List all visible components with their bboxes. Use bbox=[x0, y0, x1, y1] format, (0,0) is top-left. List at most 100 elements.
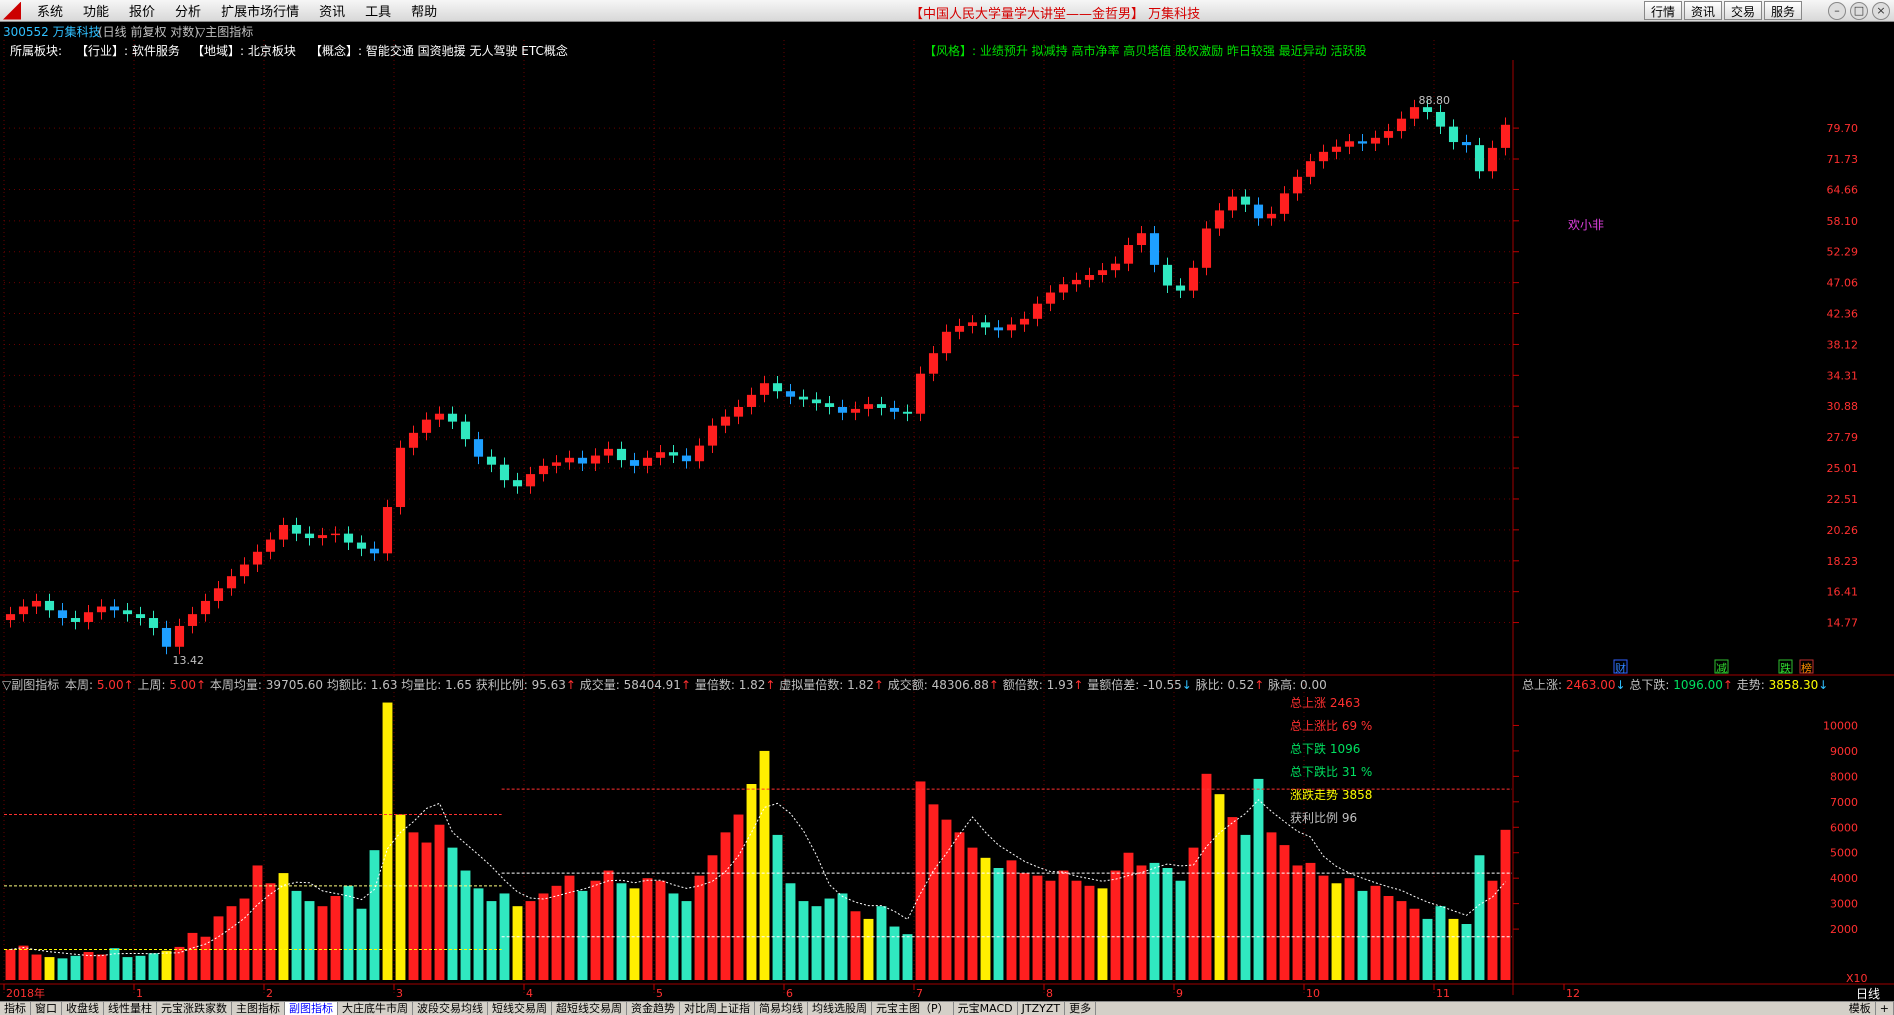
tab-sub-indicator[interactable]: 副图指标 bbox=[285, 1002, 338, 1015]
service-button[interactable]: 服务 bbox=[1763, 1, 1802, 20]
menu-help[interactable]: 帮助 bbox=[401, 1, 447, 20]
event-mark-rank-label: 榜 bbox=[1801, 661, 1812, 675]
volume-bar-27 bbox=[356, 908, 367, 980]
volume-bar-79 bbox=[1032, 875, 1043, 980]
chart-annotation: 欢小非 bbox=[1568, 217, 1604, 232]
minimize-icon[interactable]: – bbox=[1828, 2, 1846, 20]
tab-yuanbao-advance-decline[interactable]: 元宝涨跌家数 bbox=[157, 1002, 232, 1015]
sub-indicator-title[interactable]: ▽副图指标 bbox=[2, 677, 59, 692]
menu-quote[interactable]: 报价 bbox=[119, 1, 165, 20]
top-right-buttons: 行情 资讯 交易 服务 bbox=[1643, 1, 1802, 20]
volume-bar-19 bbox=[252, 865, 263, 980]
tab-short-term[interactable]: 短线交易周 bbox=[488, 1002, 552, 1015]
volume-bar-63 bbox=[824, 898, 835, 980]
chart-area[interactable]: 300552 万集科技 (日线 前复权 对数) ▽主图指标 所属板块: 【行业】… bbox=[0, 22, 1894, 1001]
menu-tools[interactable]: 工具 bbox=[355, 1, 401, 20]
tab-main-indicator[interactable]: 主图指标 bbox=[232, 1002, 285, 1015]
volume-bar-70 bbox=[915, 781, 926, 980]
vol-tick-label-8: 2000 bbox=[1830, 923, 1858, 936]
candle-body-80 bbox=[1045, 292, 1056, 304]
candle-body-71 bbox=[928, 353, 939, 374]
price-tick-label-13: 20.26 bbox=[1827, 524, 1859, 537]
field-label-3: 均额比: bbox=[323, 678, 371, 692]
volume-bar-25 bbox=[330, 896, 341, 980]
tab-ultra-short[interactable]: 超短线交易周 bbox=[552, 1002, 627, 1015]
volume-bar-33 bbox=[434, 824, 445, 980]
volume-bar-24 bbox=[317, 906, 328, 980]
news-button[interactable]: 资讯 bbox=[1683, 1, 1722, 20]
month-label-7: 7 bbox=[916, 987, 923, 1000]
price-tick-label-2: 64.66 bbox=[1827, 183, 1859, 196]
volume-axis-ticks: 10000 9000 8000 7000 6000 5000 4000 3000 2000 bbox=[1513, 719, 1858, 936]
volume-bar-76 bbox=[993, 868, 1004, 980]
volume-bar-112 bbox=[1461, 924, 1472, 980]
candle-body-65 bbox=[850, 408, 861, 413]
field-value-2: 39705.60 bbox=[266, 678, 323, 692]
tab-indicator[interactable]: 指标 bbox=[0, 1002, 31, 1015]
app-logo-icon bbox=[3, 1, 21, 20]
template-button[interactable]: 模板 bbox=[1845, 1002, 1876, 1015]
price-tick-label-0: 79.70 bbox=[1827, 122, 1859, 135]
candle-body-12 bbox=[161, 627, 172, 647]
tab-linear-volume[interactable]: 线性量柱 bbox=[104, 1002, 157, 1015]
volume-bar-99 bbox=[1292, 865, 1303, 980]
volume-bar-28 bbox=[369, 850, 380, 980]
candle-body-97 bbox=[1266, 213, 1277, 219]
candle-body-53 bbox=[694, 445, 705, 462]
main-indicator-label[interactable]: ▽主图指标 bbox=[196, 24, 253, 39]
tab-yuanbao-macd[interactable]: 元宝MACD bbox=[954, 1002, 1018, 1015]
trade-button[interactable]: 交易 bbox=[1723, 1, 1762, 20]
candle-body-59 bbox=[772, 383, 783, 392]
candle-body-2 bbox=[31, 600, 42, 607]
candle-body-94 bbox=[1227, 196, 1238, 211]
field-label-6: 成交量: bbox=[576, 677, 624, 692]
field-label-1: 总下跌: bbox=[1626, 677, 1674, 692]
tab-ma-screen[interactable]: 均线选股周 bbox=[808, 1002, 872, 1015]
tab-jtzyzt[interactable]: JTZYZT bbox=[1018, 1002, 1066, 1015]
menu-extended-market[interactable]: 扩展市场行情 bbox=[211, 1, 309, 20]
field-value-2: 3858.30 bbox=[1769, 678, 1819, 692]
candle-body-63 bbox=[824, 403, 835, 407]
tab-bottom-bull[interactable]: 大庄底牛市周 bbox=[338, 1002, 413, 1015]
candle-body-19 bbox=[252, 551, 263, 565]
vol-tick-label-5: 5000 bbox=[1830, 847, 1858, 860]
close-icon[interactable]: × bbox=[1872, 2, 1890, 20]
volume-bar-104 bbox=[1357, 890, 1368, 980]
volume-bar-18 bbox=[239, 898, 250, 980]
stats-line-5: 获利比例 96 bbox=[1290, 811, 1357, 825]
tab-more[interactable]: 更多 bbox=[1065, 1002, 1097, 1015]
candle-body-110 bbox=[1435, 111, 1446, 127]
candle-body-58 bbox=[759, 383, 770, 395]
app-window: 系统 功能 报价 分析 扩展市场行情 资讯 工具 帮助 【中国人民大学量学大讲堂… bbox=[0, 0, 1894, 1015]
menu-analysis[interactable]: 分析 bbox=[165, 1, 211, 20]
candle-body-62 bbox=[811, 399, 822, 404]
tab-fund-trend[interactable]: 资金趋势 bbox=[627, 1002, 680, 1015]
field-label-0: 本周: bbox=[65, 678, 97, 692]
volume-bar-57 bbox=[746, 784, 757, 980]
menu-system[interactable]: 系统 bbox=[27, 1, 73, 20]
maximize-icon[interactable]: □ bbox=[1850, 2, 1868, 20]
volume-bar-21 bbox=[278, 873, 289, 980]
month-label-4: 4 bbox=[526, 987, 533, 1000]
tab-simple-ma[interactable]: 简易均线 bbox=[755, 1002, 808, 1015]
candle-body-112 bbox=[1461, 142, 1472, 146]
period-label[interactable]: 日线 bbox=[1856, 987, 1880, 1001]
volume-bar-3 bbox=[44, 957, 55, 980]
volume-bar-60 bbox=[785, 883, 796, 980]
tab-window[interactable]: 窗口 bbox=[31, 1002, 62, 1015]
candle-body-33 bbox=[434, 413, 445, 420]
high-price-label: 88.80 bbox=[1419, 94, 1451, 107]
menu-news[interactable]: 资讯 bbox=[309, 1, 355, 20]
menu-function[interactable]: 功能 bbox=[73, 1, 119, 20]
add-tab-button[interactable]: + bbox=[1876, 1002, 1894, 1015]
vol-tick-label-0: 10000 bbox=[1823, 719, 1858, 732]
candle-body-7 bbox=[96, 606, 107, 613]
tab-swing-ma[interactable]: 波段交易均线 bbox=[413, 1002, 488, 1015]
tab-yuanbao-main[interactable]: 元宝主图（P） bbox=[872, 1002, 954, 1015]
volume-bar-82 bbox=[1071, 880, 1082, 980]
quote-button[interactable]: 行情 bbox=[1643, 1, 1682, 20]
tab-compare-index[interactable]: 对比周上证指 bbox=[680, 1002, 755, 1015]
tab-close-line[interactable]: 收盘线 bbox=[62, 1002, 104, 1015]
price-tick-label-5: 47.06 bbox=[1827, 277, 1859, 290]
volume-bar-107 bbox=[1396, 901, 1407, 980]
